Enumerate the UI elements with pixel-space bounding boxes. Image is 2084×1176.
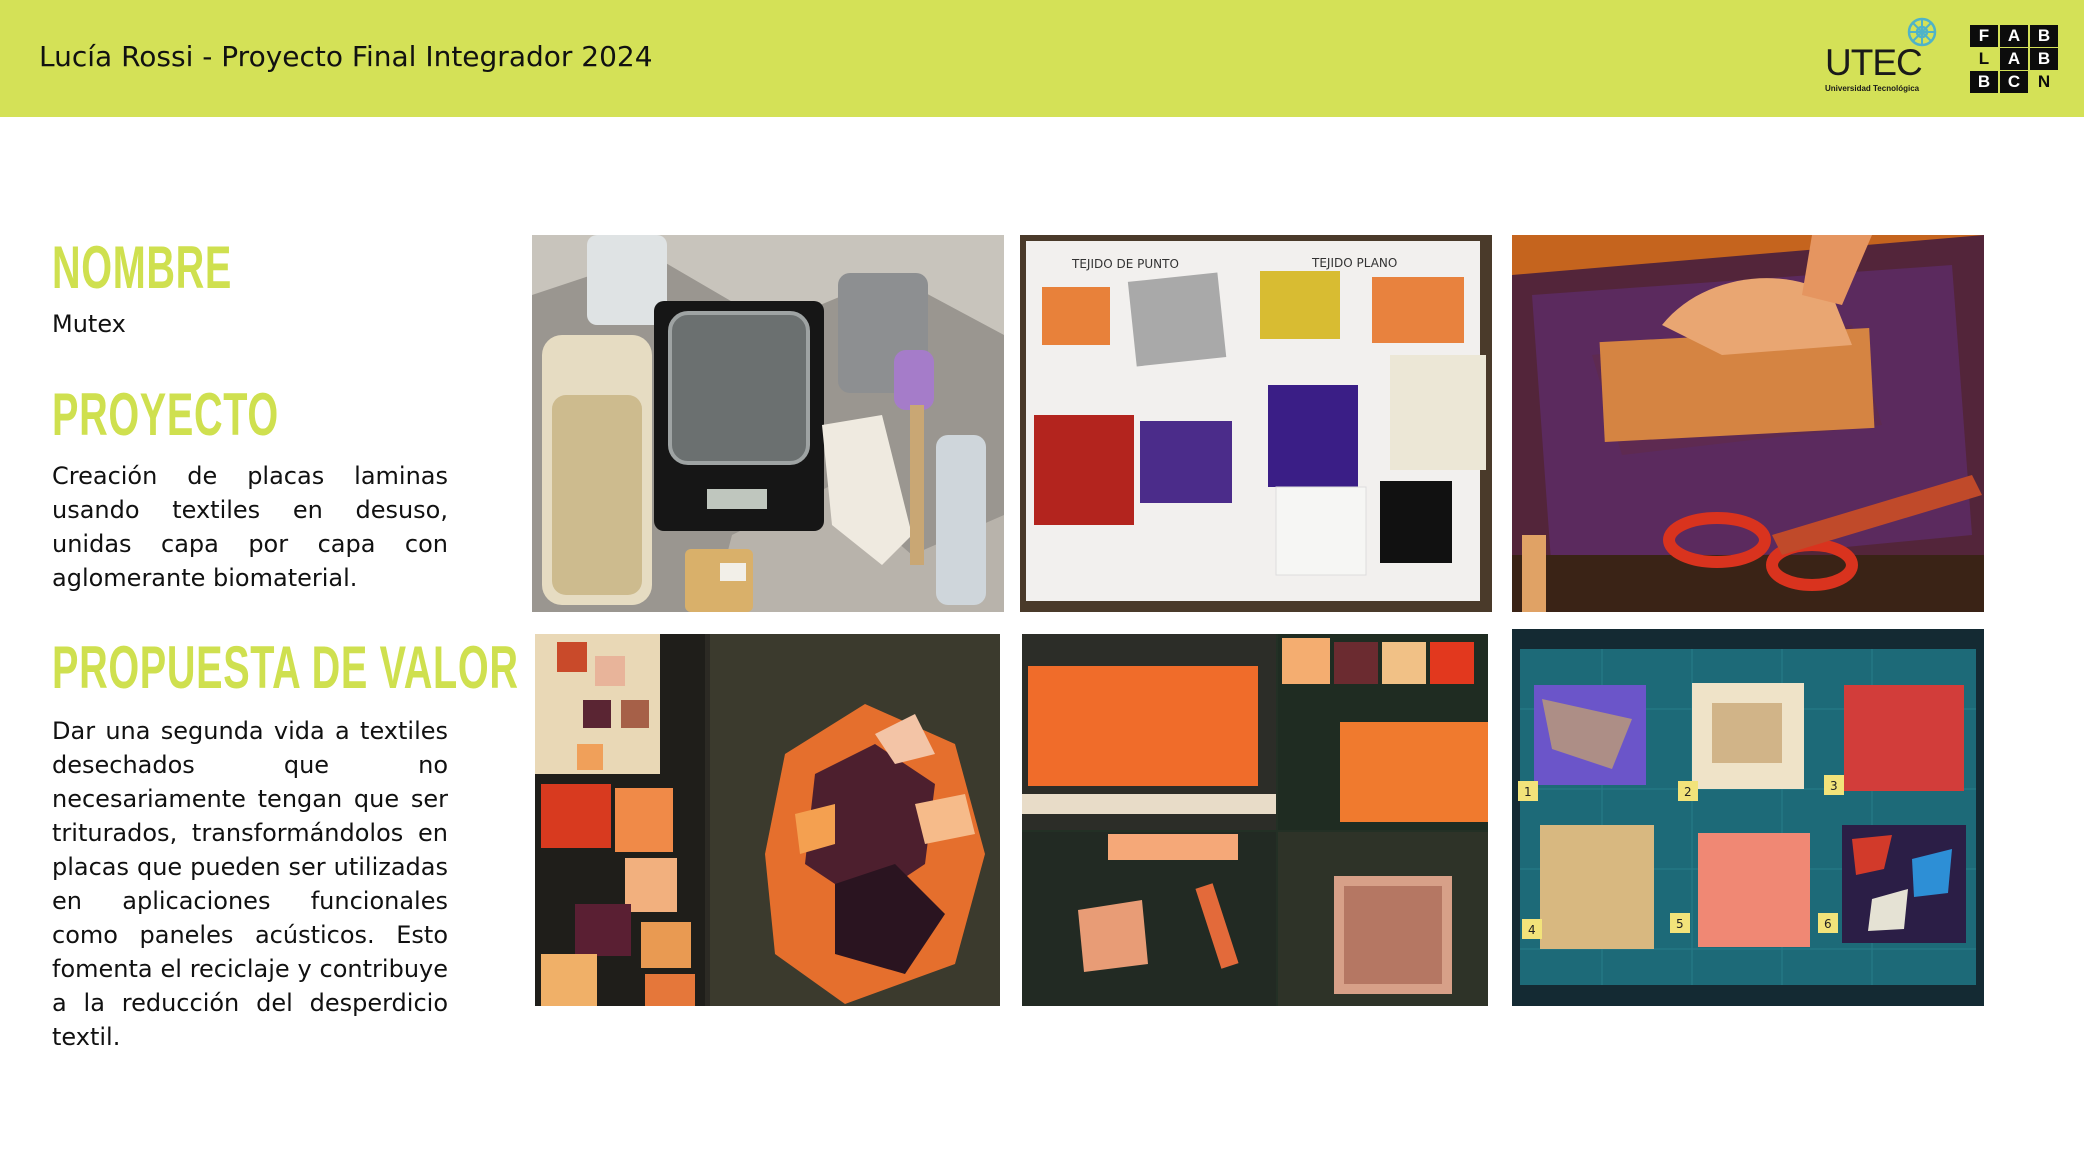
fablab-letter: L <box>1978 49 1990 68</box>
utec-subtitle: Universidad Tecnológica <box>1825 84 1920 93</box>
label-tejido-plano: TEJIDO PLANO <box>1311 256 1397 270</box>
utec-logo: UTEC Universidad Tecnológica <box>1822 14 1942 96</box>
fablab-letter: B <box>2030 25 2058 47</box>
photo-fabric-swatch-board: TEJIDO DE PUNTO TEJIDO PLANO <box>1020 235 1492 612</box>
sample-number: 6 <box>1824 917 1832 931</box>
fablab-logo: F A B L A B B C N <box>1970 25 2058 93</box>
fablab-letter: C <box>2000 71 2028 93</box>
header-bar: Lucía Rossi - Proyecto Final Integrador … <box>0 0 2084 117</box>
proyecto-text: Creación de placas laminas usando textil… <box>52 462 448 592</box>
nombre-heading: NOMBRE <box>52 234 232 301</box>
presentation-title: Lucía Rossi - Proyecto Final Integrador … <box>39 40 653 73</box>
sample-number: 4 <box>1528 923 1536 937</box>
propuesta-heading: PROPUESTA DE VALOR <box>52 634 519 701</box>
photo-process-collage <box>1022 634 1488 1006</box>
fablab-letter: F <box>1970 25 1998 47</box>
fablab-letter: B <box>1970 71 1998 93</box>
photo-textile-scraps <box>535 634 1000 1006</box>
propuesta-text: Dar una segunda vida a textiles desechad… <box>52 717 448 1051</box>
fablab-letter: N <box>2037 72 2051 91</box>
fablab-letter: A <box>2000 25 2028 47</box>
sample-number: 3 <box>1830 779 1838 793</box>
sample-number: 2 <box>1684 785 1692 799</box>
photo-numbered-samples: 1 2 3 4 5 6 <box>1512 629 1984 1006</box>
photo-materials-scale <box>532 235 1004 612</box>
fablab-letter: B <box>2030 48 2058 70</box>
proyecto-heading: PROYECTO <box>52 381 279 448</box>
fablab-letter: A <box>2000 48 2028 70</box>
sample-number: 5 <box>1676 917 1684 931</box>
utec-wordmark: UTEC <box>1825 42 1923 83</box>
photo-pressing-plate <box>1512 235 1984 612</box>
label-tejido-punto: TEJIDO DE PUNTO <box>1071 257 1179 271</box>
sample-number: 1 <box>1524 785 1532 799</box>
nombre-text: Mutex <box>52 310 126 338</box>
